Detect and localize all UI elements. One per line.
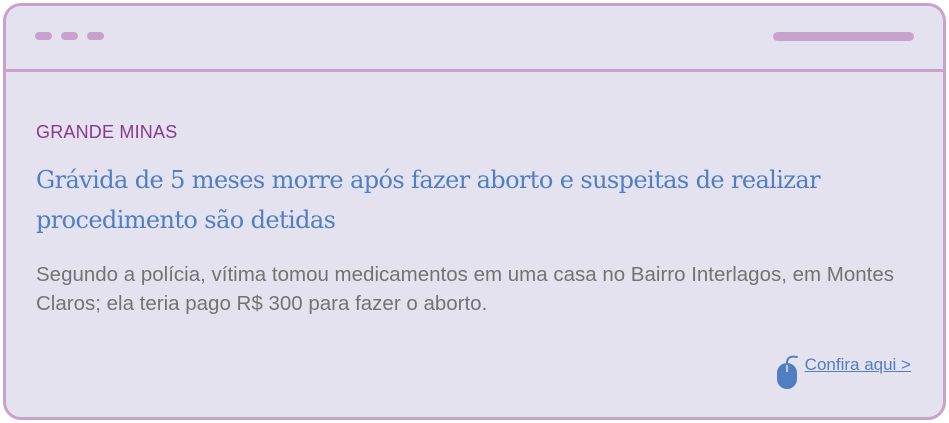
article-headline[interactable]: Grávida de 5 meses morre após fazer abor… bbox=[36, 160, 906, 240]
read-more-link[interactable]: Confira aqui > bbox=[775, 354, 911, 390]
mouse-icon bbox=[776, 355, 798, 389]
read-more-label[interactable]: Confira aqui > bbox=[805, 355, 911, 375]
article-summary: Segundo a polícia, vítima tomou medicame… bbox=[36, 263, 895, 315]
window-titlebar bbox=[6, 6, 943, 72]
window-dot-1 bbox=[35, 32, 52, 40]
category-label: GRANDE MINAS bbox=[36, 122, 178, 142]
browser-window: GRANDE MINAS Grávida de 5 meses morre ap… bbox=[3, 3, 946, 420]
window-dot-2 bbox=[61, 32, 78, 40]
address-bar bbox=[773, 32, 914, 41]
window-dot-3 bbox=[87, 32, 104, 40]
article-card: GRANDE MINAS Grávida de 5 meses morre ap… bbox=[36, 72, 913, 417]
